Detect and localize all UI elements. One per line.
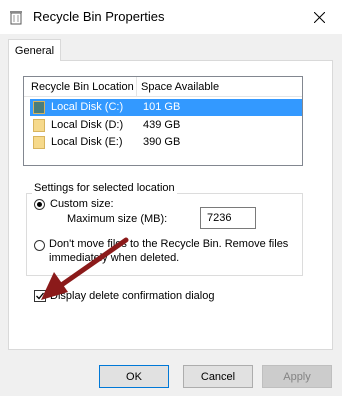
tab-general-label: General (14, 44, 55, 57)
dont-move-files-label-line2[interactable]: immediately when deleted. (49, 252, 179, 264)
max-size-label: Maximum size (MB): (67, 213, 168, 225)
recycle-bin-icon (10, 11, 22, 25)
apply-button: Apply (262, 365, 332, 388)
tab-general[interactable]: General (8, 39, 61, 61)
list-item-drive-e[interactable]: Local Disk (E:) 390 GB (30, 134, 302, 151)
cancel-button-label: Cancel (200, 370, 236, 383)
drive-space: 101 GB (143, 101, 181, 113)
drive-name: Local Disk (C:) (51, 101, 124, 113)
max-size-value: 7236 (207, 212, 232, 224)
drive-icon (33, 101, 45, 114)
dont-move-files-label-line1[interactable]: Don't move files to the Recycle Bin. Rem… (49, 238, 288, 250)
drive-name: Local Disk (D:) (51, 119, 124, 131)
radio-selected-dot (37, 202, 42, 207)
drive-space: 390 GB (143, 136, 181, 148)
apply-button-label: Apply (283, 370, 311, 383)
ok-button-label: OK (126, 370, 142, 383)
custom-size-radio[interactable] (34, 199, 45, 210)
settings-group-label: Settings for selected location (32, 182, 177, 194)
column-separator[interactable] (136, 77, 137, 96)
drive-space: 439 GB (143, 119, 181, 131)
column-header-space[interactable]: Space Available (141, 81, 219, 93)
window-title: Recycle Bin Properties (33, 9, 165, 24)
cancel-button[interactable]: Cancel (183, 365, 253, 388)
drive-icon (33, 136, 45, 149)
checkmark-icon (36, 292, 45, 300)
max-size-input[interactable]: 7236 (200, 207, 256, 229)
list-item-drive-c[interactable]: Local Disk (C:) 101 GB (30, 99, 302, 116)
title-bar: Recycle Bin Properties (0, 0, 342, 34)
custom-size-label[interactable]: Custom size: (50, 198, 114, 210)
recycle-bin-properties-window: Recycle Bin Properties General Recycle B… (0, 0, 342, 396)
list-item-drive-d[interactable]: Local Disk (D:) 439 GB (30, 117, 302, 134)
column-header-location[interactable]: Recycle Bin Location (31, 81, 134, 93)
delete-confirmation-label[interactable]: Display delete confirmation dialog (50, 290, 214, 302)
list-header: Recycle Bin Location Space Available (24, 77, 302, 97)
close-button[interactable] (296, 0, 342, 34)
recycle-bin-location-list[interactable]: Recycle Bin Location Space Available Loc… (23, 76, 303, 166)
delete-confirmation-checkbox[interactable] (34, 290, 46, 302)
ok-button[interactable]: OK (99, 365, 169, 388)
close-icon (313, 11, 325, 23)
drive-icon (33, 119, 45, 132)
drive-name: Local Disk (E:) (51, 136, 123, 148)
dont-move-files-radio[interactable] (34, 240, 45, 251)
